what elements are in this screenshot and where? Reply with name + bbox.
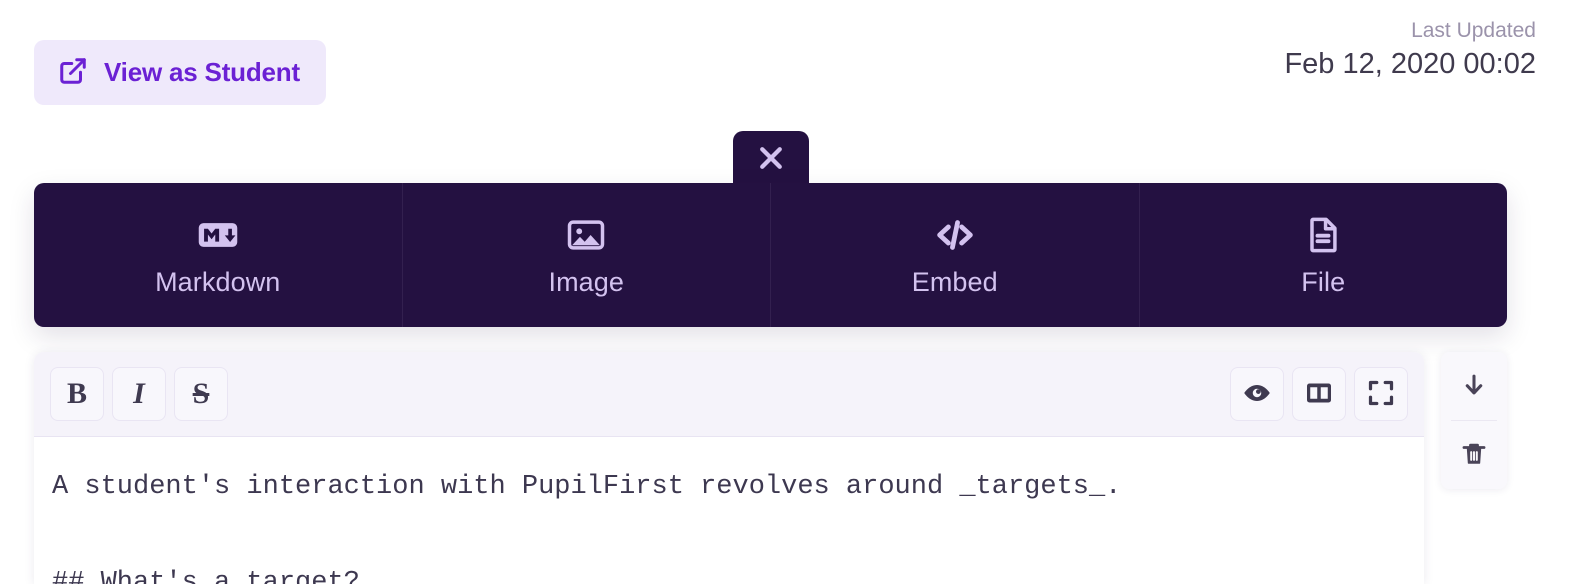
view-mode-group — [1230, 367, 1408, 421]
close-x-icon — [756, 143, 786, 176]
fullscreen-button[interactable] — [1354, 367, 1408, 421]
text-format-group: B I S — [50, 367, 228, 421]
block-action-rail — [1441, 352, 1507, 489]
markdown-icon — [196, 213, 240, 257]
italic-label: I — [133, 377, 145, 410]
view-as-student-button[interactable]: View as Student — [34, 40, 326, 105]
view-as-student-label: View as Student — [104, 57, 300, 87]
arrow-down-icon — [1460, 371, 1488, 402]
markdown-editor-toolbar: B I S — [34, 352, 1424, 437]
delete-block-button[interactable] — [1441, 421, 1507, 489]
tab-file[interactable]: File — [1140, 183, 1508, 327]
bold-button[interactable]: B — [50, 367, 104, 421]
tab-embed-label: Embed — [911, 266, 998, 297]
markdown-textarea[interactable]: A student's interaction with PupilFirst … — [34, 437, 1424, 584]
fullscreen-expand-icon — [1366, 378, 1396, 411]
tab-markdown[interactable]: Markdown — [34, 183, 403, 327]
split-columns-icon — [1304, 378, 1334, 411]
italic-button[interactable]: I — [112, 367, 166, 421]
last-updated-value: Feb 12, 2020 00:02 — [1284, 48, 1536, 81]
content-block-type-tabbar: Markdown Image Embed File — [34, 183, 1507, 327]
last-updated-label: Last Updated — [1411, 19, 1536, 42]
external-link-icon — [58, 56, 88, 89]
tab-embed[interactable]: Embed — [771, 183, 1140, 327]
image-icon — [564, 213, 608, 257]
eye-icon — [1242, 378, 1272, 411]
strikethrough-label: S — [192, 377, 210, 410]
code-embed-icon — [933, 213, 977, 257]
tab-image-label: Image — [548, 266, 625, 297]
close-block-picker-button[interactable] — [733, 131, 809, 187]
trash-icon — [1460, 440, 1488, 471]
content-block-editor-page: View as Student Last Updated Feb 12, 202… — [0, 0, 1584, 584]
strikethrough-button[interactable]: S — [174, 367, 228, 421]
tab-markdown-label: Markdown — [155, 266, 281, 297]
move-block-down-button[interactable] — [1441, 352, 1507, 420]
tab-image[interactable]: Image — [403, 183, 771, 327]
bold-label: B — [66, 377, 87, 410]
tab-file-label: File — [1301, 266, 1346, 297]
split-view-button[interactable] — [1292, 367, 1346, 421]
last-updated: Last Updated Feb 12, 2020 00:02 — [1284, 18, 1536, 85]
file-document-icon — [1301, 213, 1345, 257]
markdown-editor-card: B I S A student's interaction with Pupil… — [34, 352, 1424, 584]
preview-button[interactable] — [1230, 367, 1284, 421]
